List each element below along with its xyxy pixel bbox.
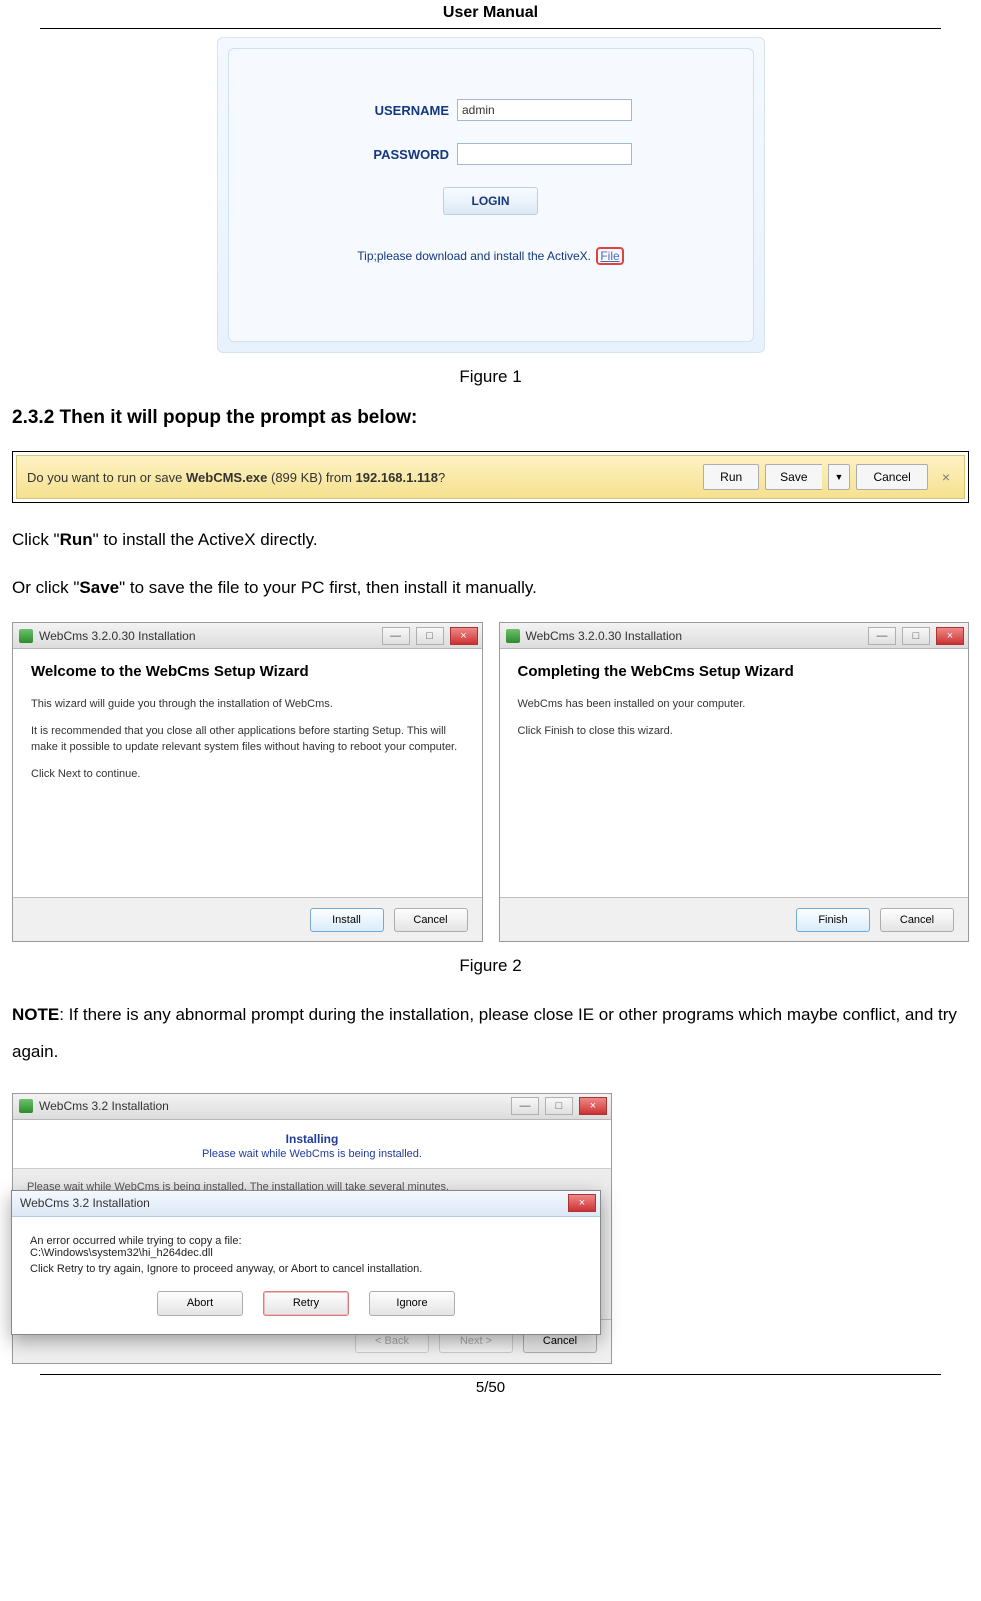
p-run-post: " to install the ActiveX directly. [93, 530, 318, 549]
close-button[interactable]: × [936, 627, 964, 645]
retry-button[interactable]: Retry [263, 1291, 349, 1316]
wizard-welcome-titlebar: WebCms 3.2.0.30 Installation — □ × [13, 623, 482, 649]
close-button[interactable]: × [450, 627, 478, 645]
ie-download-bar-wrap: Do you want to run or save WebCMS.exe (8… [12, 451, 969, 503]
wizard-welcome-p2: It is recommended that you close all oth… [31, 723, 464, 756]
p-save-bold: Save [79, 578, 119, 597]
page-footer: 5/50 [40, 1374, 941, 1396]
ie-bar-text: Do you want to run or save WebCMS.exe (8… [27, 470, 703, 485]
close-button[interactable]: × [579, 1097, 607, 1115]
p-run-pre: Click " [12, 530, 60, 549]
ie-download-bar: Do you want to run or save WebCMS.exe (8… [16, 455, 965, 499]
wizard-complete: WebCms 3.2.0.30 Installation — □ × Compl… [499, 622, 970, 942]
login-button[interactable]: LOGIN [443, 187, 538, 215]
section-232-heading: 2.3.2 Then it will popup the prompt as b… [0, 407, 981, 429]
ie-bar-filename: WebCMS.exe [186, 470, 267, 485]
ie-bar-host: 192.168.1.118 [356, 470, 438, 485]
wizard-welcome-title: WebCms 3.2.0.30 Installation [39, 629, 376, 643]
maximize-button[interactable]: □ [416, 627, 444, 645]
p-save-post: " to save the file to your PC first, the… [119, 578, 537, 597]
error-titlebar: WebCms 3.2 Installation × [12, 1191, 600, 1217]
wizard-complete-p1: WebCms has been installed on your comput… [518, 696, 951, 713]
figure2-caption: Figure 2 [0, 956, 981, 976]
wizard-welcome-p3: Click Next to continue. [31, 766, 464, 783]
wizard-complete-title: WebCms 3.2.0.30 Installation [526, 629, 863, 643]
minimize-button[interactable]: — [511, 1097, 539, 1115]
p-click-run: Click "Run" to install the ActiveX direc… [0, 527, 981, 553]
cancel-button[interactable]: Cancel [880, 908, 954, 932]
figure1-caption: Figure 1 [0, 367, 981, 387]
login-panel-inner: USERNAME PASSWORD LOGIN Tip;please downl… [228, 48, 754, 342]
page-header-title: User Manual [40, 0, 941, 29]
installing-title: WebCms 3.2 Installation [39, 1099, 505, 1113]
ie-close-icon[interactable]: × [938, 469, 954, 485]
app-icon [19, 1099, 33, 1113]
maximize-button[interactable]: □ [545, 1097, 573, 1115]
installing-titlebar: WebCms 3.2 Installation — □ × [13, 1094, 611, 1120]
ie-bar-size: (899 KB) from [267, 470, 355, 485]
error-title: WebCms 3.2 Installation [20, 1196, 150, 1210]
minimize-button[interactable]: — [868, 627, 896, 645]
login-tip-text: Tip;please download and install the Acti… [357, 249, 591, 263]
error-line1: An error occurred while trying to copy a… [30, 1235, 582, 1247]
cancel-button[interactable]: Cancel [394, 908, 468, 932]
ignore-button[interactable]: Ignore [369, 1291, 455, 1316]
wizard-complete-heading: Completing the WebCms Setup Wizard [518, 663, 951, 680]
username-input[interactable] [457, 99, 632, 121]
ie-bar-suffix: ? [438, 470, 445, 485]
ie-bar-prefix: Do you want to run or save [27, 470, 186, 485]
wizard-welcome: WebCms 3.2.0.30 Installation — □ × Welco… [12, 622, 483, 942]
p-note-rest: : If there is any abnormal prompt during… [12, 1005, 957, 1061]
p-note-bold: NOTE [12, 1005, 59, 1024]
installing-header: Installing Please wait while WebCms is b… [13, 1120, 611, 1169]
ie-save-dropdown[interactable]: ▼ [828, 464, 851, 490]
wizard-welcome-heading: Welcome to the WebCms Setup Wizard [31, 663, 464, 680]
error-body: An error occurred while trying to copy a… [12, 1217, 600, 1283]
error-line2: C:\Windows\system32\hi_h264dec.dll [30, 1247, 582, 1259]
maximize-button[interactable]: □ [902, 627, 930, 645]
ie-cancel-button[interactable]: Cancel [856, 464, 927, 490]
ie-run-button[interactable]: Run [703, 464, 759, 490]
p-note: NOTE: If there is any abnormal prompt du… [0, 996, 981, 1071]
app-icon [19, 629, 33, 643]
error-close-button[interactable]: × [568, 1194, 596, 1212]
p-save-pre: Or click " [12, 578, 79, 597]
login-panel: USERNAME PASSWORD LOGIN Tip;please downl… [217, 37, 765, 353]
p-click-save: Or click "Save" to save the file to your… [0, 575, 981, 601]
password-label: PASSWORD [349, 147, 449, 162]
installing-header-sub: Please wait while WebCms is being instal… [13, 1148, 611, 1160]
installing-dialog: WebCms 3.2 Installation — □ × Installing… [12, 1093, 612, 1364]
app-icon [506, 629, 520, 643]
p-run-bold: Run [60, 530, 93, 549]
login-tip: Tip;please download and install the Acti… [229, 249, 753, 263]
wizard-welcome-p1: This wizard will guide you through the i… [31, 696, 464, 713]
ie-save-button[interactable]: Save [765, 464, 821, 490]
password-input[interactable] [457, 143, 632, 165]
username-label: USERNAME [349, 103, 449, 118]
wizard-complete-p2: Click Finish to close this wizard. [518, 723, 951, 740]
wizard-complete-titlebar: WebCms 3.2.0.30 Installation — □ × [500, 623, 969, 649]
abort-button[interactable]: Abort [157, 1291, 243, 1316]
file-link[interactable]: File [596, 247, 623, 265]
installing-header-title: Installing [13, 1132, 611, 1146]
finish-button[interactable]: Finish [796, 908, 870, 932]
error-line3: Click Retry to try again, Ignore to proc… [30, 1263, 582, 1275]
minimize-button[interactable]: — [382, 627, 410, 645]
install-button[interactable]: Install [310, 908, 384, 932]
error-modal: WebCms 3.2 Installation × An error occur… [11, 1190, 601, 1335]
